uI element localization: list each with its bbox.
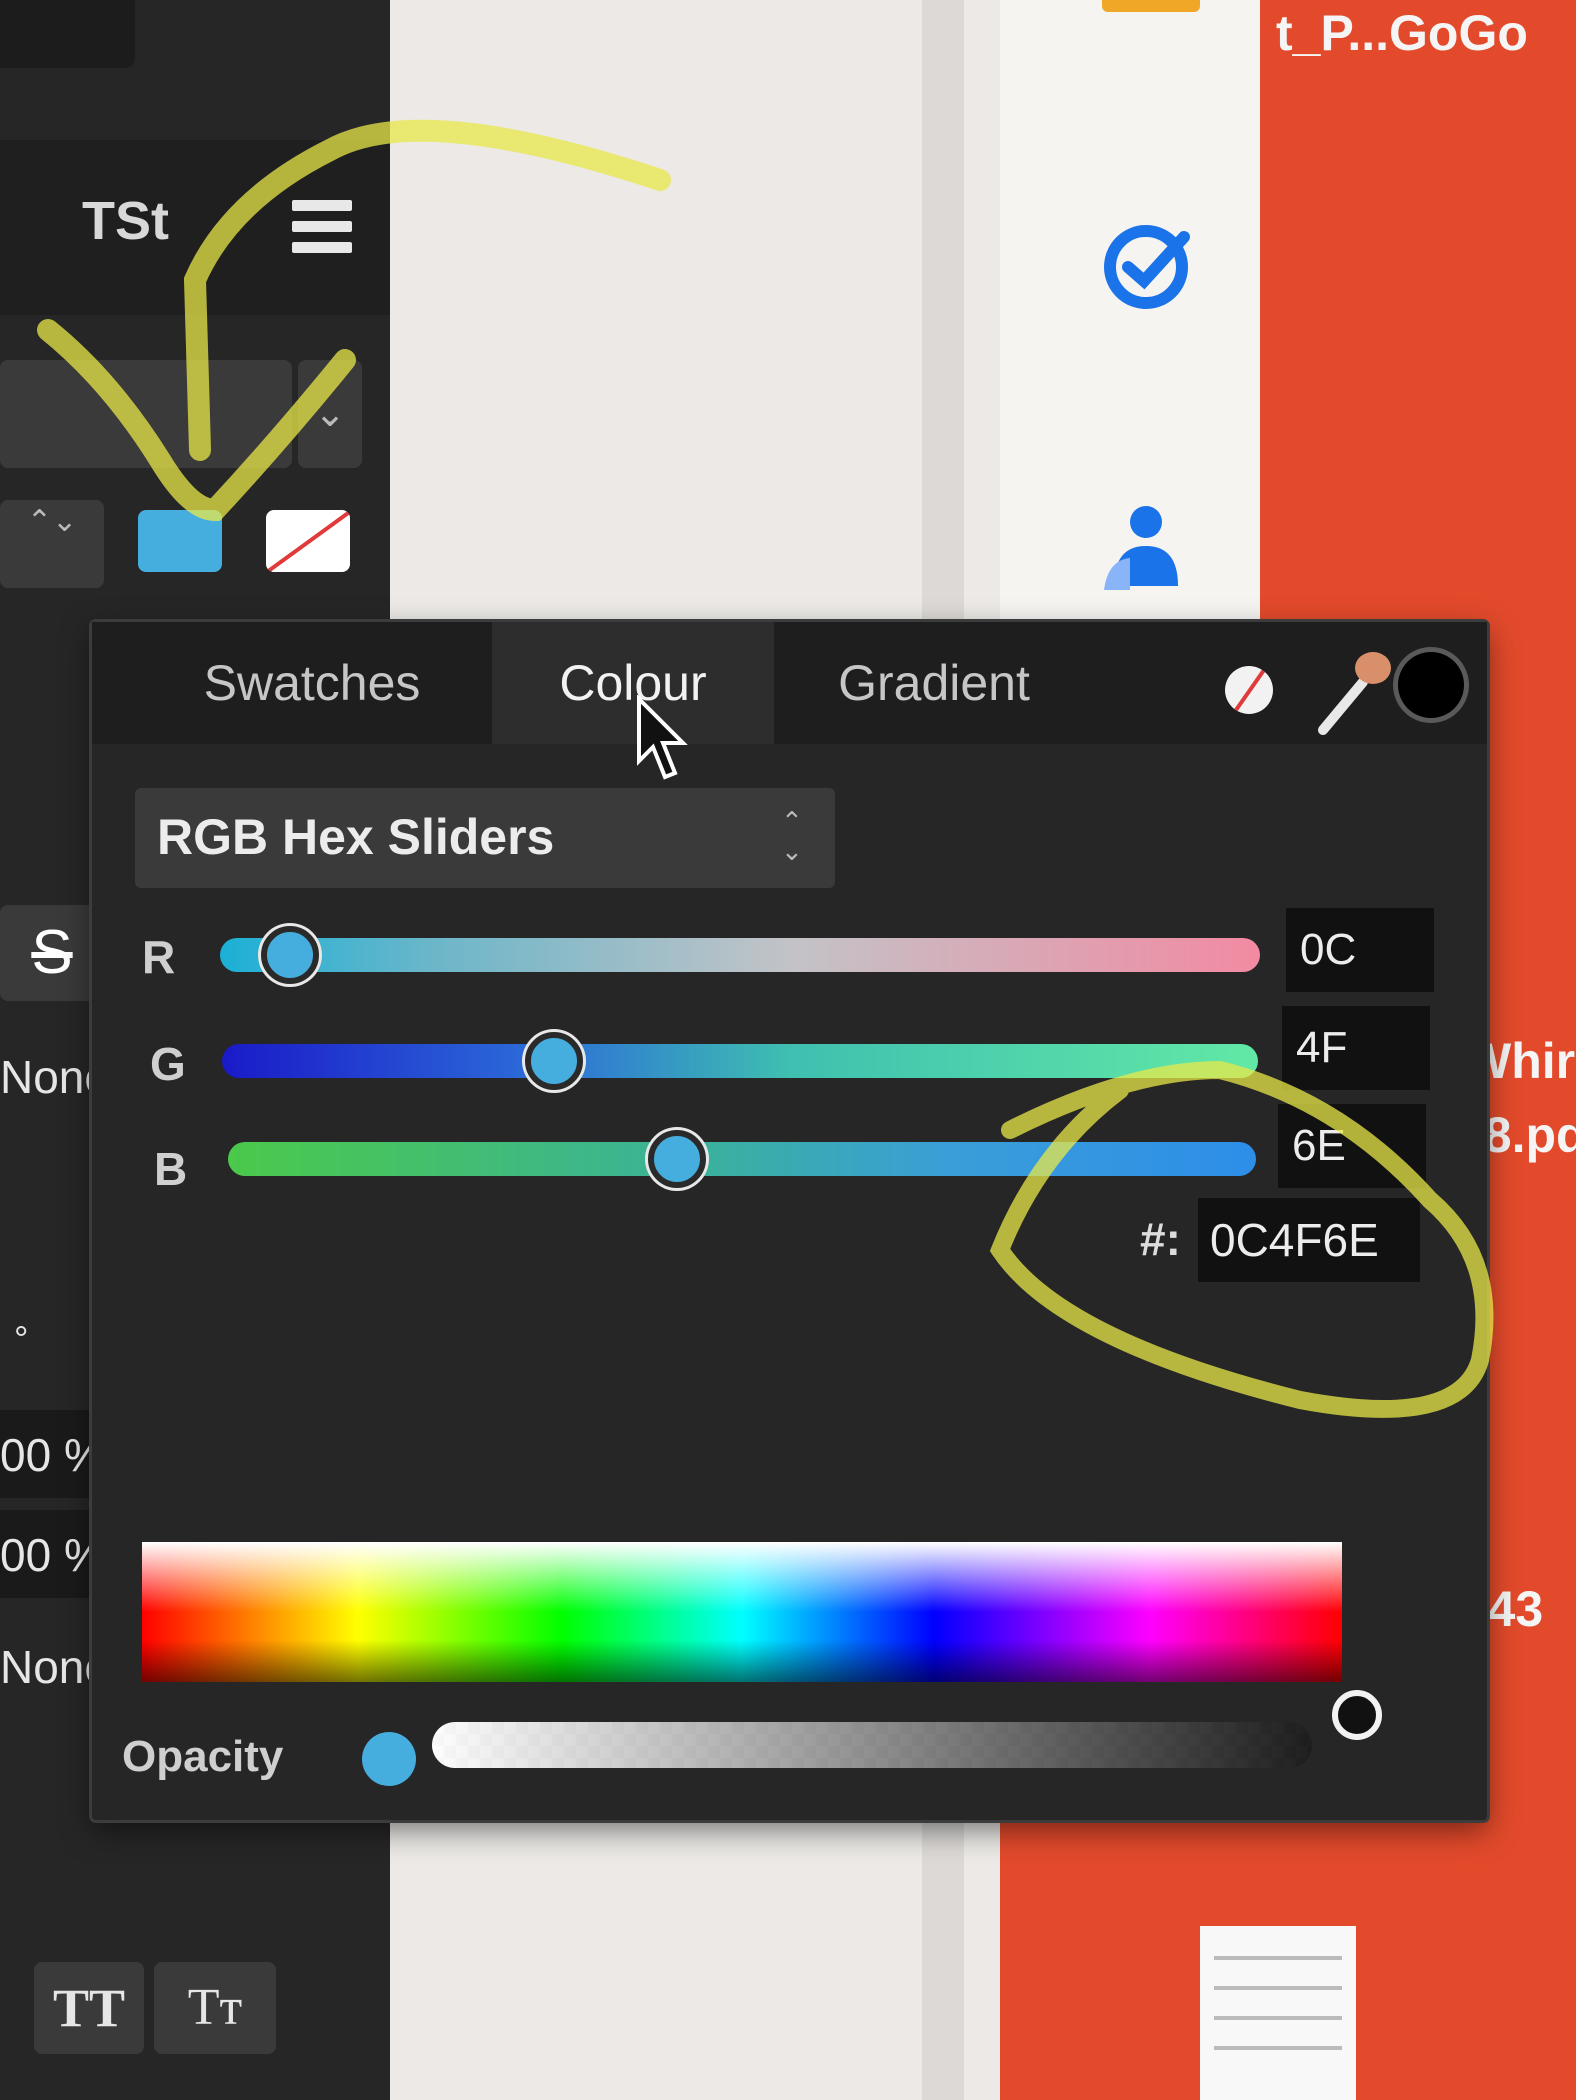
opacity-colour-dot bbox=[362, 1732, 416, 1786]
stepper-arrows-icon: ⌃⌄ bbox=[26, 505, 78, 538]
popover-tab-bar: Swatches Colour Gradient bbox=[92, 622, 1487, 744]
strikethrough-button[interactable]: S bbox=[0, 905, 104, 1001]
colour-mode-label: RGB Hex Sliders bbox=[157, 809, 555, 865]
left-value-2: ° bbox=[14, 1318, 29, 1359]
hex-value-input[interactable]: 0C4F6E bbox=[1198, 1198, 1420, 1282]
red-slider[interactable] bbox=[220, 926, 1260, 984]
tab-swatches[interactable]: Swatches bbox=[132, 622, 492, 744]
mouse-cursor-icon bbox=[637, 695, 688, 780]
opacity-slider-thumb[interactable] bbox=[1332, 1690, 1382, 1740]
hamburger-icon[interactable] bbox=[292, 200, 352, 263]
tab-gradient[interactable]: Gradient bbox=[774, 622, 1094, 744]
green-slider-thumb[interactable] bbox=[524, 1032, 583, 1090]
green-channel-label: G bbox=[150, 1038, 186, 1090]
tab-marker bbox=[1102, 0, 1200, 12]
hex-label: #: bbox=[1140, 1213, 1181, 1265]
person-icon[interactable] bbox=[1100, 500, 1190, 600]
select-arrows-icon: ⌃ ⌄ bbox=[781, 806, 803, 866]
green-hex-input[interactable]: 4F bbox=[1282, 1006, 1430, 1090]
colour-spectrum-picker[interactable] bbox=[142, 1542, 1342, 1682]
left-top-field[interactable] bbox=[0, 0, 135, 68]
current-colour-well[interactable] bbox=[1398, 652, 1464, 718]
small-caps-button[interactable]: Tт bbox=[154, 1962, 276, 2054]
font-size-stepper[interactable]: ⌃⌄ bbox=[0, 500, 104, 588]
blue-slider[interactable] bbox=[228, 1130, 1256, 1188]
tab-colour[interactable]: Colour bbox=[492, 622, 774, 744]
left-value-4: 00 % bbox=[0, 1529, 105, 1581]
file-thumbnail[interactable] bbox=[1200, 1926, 1356, 2100]
red-hex-input[interactable]: 0C bbox=[1286, 908, 1434, 992]
font-family-dropdown[interactable] bbox=[0, 360, 292, 468]
blue-hex-input[interactable]: 6E bbox=[1278, 1104, 1426, 1188]
colour-mode-select[interactable]: RGB Hex Sliders ⌃ ⌄ bbox=[135, 788, 835, 888]
stroke-colour-swatch[interactable] bbox=[266, 510, 350, 572]
all-caps-button[interactable]: TT bbox=[34, 1962, 144, 2054]
chevron-down-icon[interactable]: ⌄ bbox=[298, 360, 362, 468]
strikethrough-icon: S bbox=[31, 918, 73, 987]
left-value-3: 00 % bbox=[0, 1429, 105, 1481]
text-style-label: TSt bbox=[82, 191, 169, 251]
green-slider[interactable] bbox=[222, 1032, 1258, 1090]
blue-channel-label: B bbox=[154, 1143, 188, 1195]
colour-popover: Swatches Colour Gradient RGB Hex Sliders… bbox=[92, 622, 1487, 1820]
opacity-label: Opacity bbox=[122, 1732, 284, 1781]
check-circle-icon[interactable] bbox=[1100, 215, 1200, 315]
window-title: t_P...GoGo bbox=[1276, 5, 1528, 61]
red-channel-label: R bbox=[142, 931, 176, 983]
red-slider-thumb[interactable] bbox=[261, 926, 320, 984]
no-colour-icon[interactable] bbox=[1225, 666, 1273, 714]
blue-slider-thumb[interactable] bbox=[648, 1130, 707, 1188]
eyedropper-icon[interactable] bbox=[1315, 644, 1395, 736]
fill-colour-swatch[interactable] bbox=[138, 510, 222, 572]
opacity-slider[interactable] bbox=[432, 1722, 1312, 1768]
